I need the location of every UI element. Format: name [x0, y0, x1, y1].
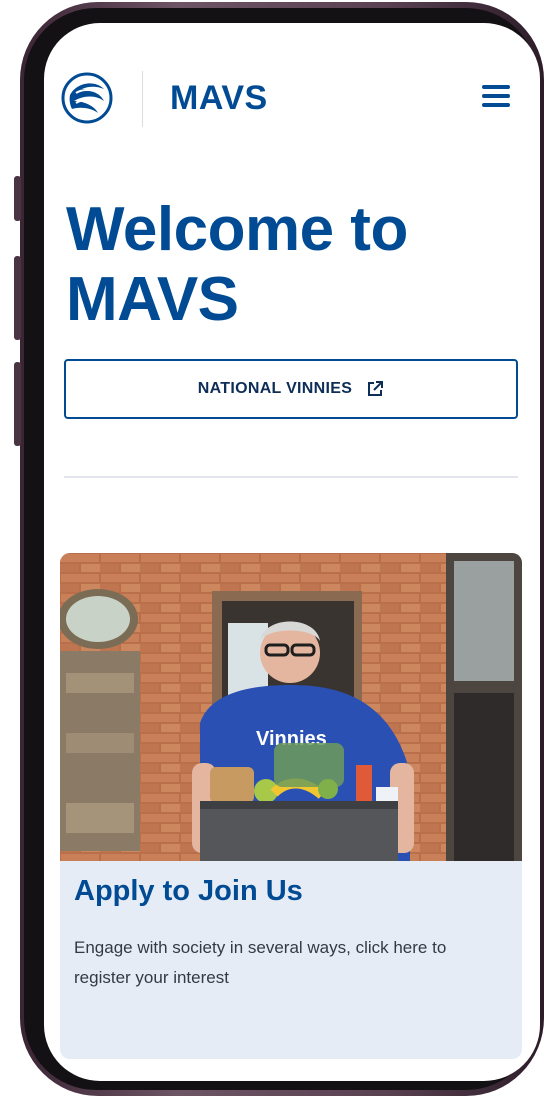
- phone-screen: MAVS Welcome to MAVS NATIONAL VINNIES Vi…: [44, 23, 540, 1081]
- brand-name[interactable]: MAVS: [170, 79, 268, 118]
- vinnies-logo-icon[interactable]: [60, 71, 114, 125]
- section-divider: [64, 476, 518, 478]
- site-header: MAVS: [44, 71, 540, 127]
- header-divider: [142, 71, 143, 127]
- national-vinnies-button[interactable]: NATIONAL VINNIES: [64, 359, 518, 419]
- phone-side-button: [14, 176, 21, 221]
- card-title: Apply to Join Us: [74, 875, 303, 907]
- national-vinnies-label: NATIONAL VINNIES: [197, 380, 353, 397]
- apply-to-join-card[interactable]: Vinnies Apply to Join Us Engage with soc…: [60, 553, 522, 1059]
- external-link-icon: [366, 380, 384, 398]
- volunteer-photo: Vinnies: [60, 553, 522, 861]
- hamburger-menu-icon[interactable]: [482, 85, 514, 113]
- phone-volume-down-button: [14, 362, 21, 446]
- card-description: Engage with society in several ways, cli…: [74, 938, 447, 987]
- phone-volume-up-button: [14, 256, 21, 340]
- page-title: Welcome to MAVS: [66, 195, 408, 334]
